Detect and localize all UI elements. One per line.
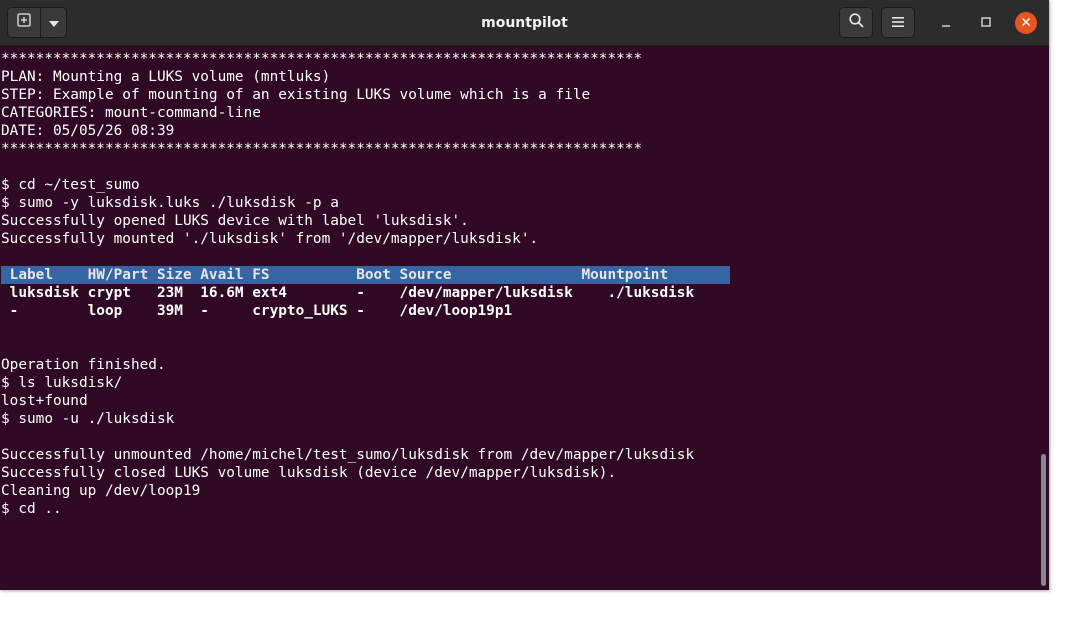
terminal-line: CATEGORIES: mount-command-line: [1, 105, 261, 121]
hamburger-menu-icon: [892, 14, 904, 32]
minimize-icon: [941, 14, 951, 32]
search-button[interactable]: [839, 7, 873, 38]
chevron-down-icon: [48, 14, 59, 32]
terminal-line: lost+found: [1, 393, 88, 409]
terminal-line: ****************************************…: [1, 141, 643, 157]
close-button[interactable]: [1015, 12, 1037, 34]
terminal-line: Successfully closed LUKS volume luksdisk…: [1, 465, 617, 481]
terminal-line: $ cd ..: [1, 501, 62, 517]
terminal-line: STEP: Example of mounting of an existing…: [1, 87, 591, 103]
maximize-button[interactable]: [975, 12, 997, 34]
scrollbar-thumb[interactable]: [1041, 454, 1046, 586]
terminal-line: $ sumo -y luksdisk.luks ./luksdisk -p a: [1, 195, 339, 211]
terminal-line: Cleaning up /dev/loop19: [1, 483, 201, 499]
terminal-line: PLAN: Mounting a LUKS volume (mntluks): [1, 69, 331, 85]
new-tab-button[interactable]: [7, 7, 41, 38]
terminal-line: $ sumo -u ./luksdisk: [1, 411, 175, 427]
menu-button[interactable]: [881, 7, 915, 38]
table-row: - loop 39M - crypto_LUKS - /dev/loop19p1: [1, 303, 513, 319]
maximize-icon: [981, 14, 991, 32]
table-header-text: Label HW/Part Size Avail FS Boot Source …: [1, 266, 730, 284]
terminal-line: Operation finished.: [1, 357, 166, 373]
search-icon: [848, 12, 864, 33]
terminal-line: $ cd ~/test_sumo: [1, 177, 140, 193]
scrollbar[interactable]: [1036, 46, 1049, 590]
terminal-line: Successfully unmounted /home/michel/test…: [1, 447, 695, 463]
title-bar: mountpilot: [0, 0, 1049, 46]
table-row: luksdisk crypt 23M 16.6M ext4 - /dev/map…: [1, 285, 695, 301]
table-header-row: Label HW/Part Size Avail FS Boot Source …: [1, 266, 730, 284]
terminal-line: DATE: 05/05/26 08:39: [1, 123, 175, 139]
terminal-line: $ ls luksdisk/: [1, 375, 123, 391]
terminal-output[interactable]: ****************************************…: [0, 46, 1036, 590]
terminal-window: mountpilot *****************************…: [0, 0, 1049, 590]
terminal-line: Successfully mounted './luksdisk' from '…: [1, 231, 539, 247]
new-tab-icon: [17, 13, 31, 32]
minimize-button[interactable]: [935, 12, 957, 34]
terminal-line: ****************************************…: [1, 51, 643, 67]
terminal-line: Successfully opened LUKS device with lab…: [1, 213, 469, 229]
close-icon: [1021, 14, 1031, 32]
tab-menu-button[interactable]: [40, 7, 67, 38]
